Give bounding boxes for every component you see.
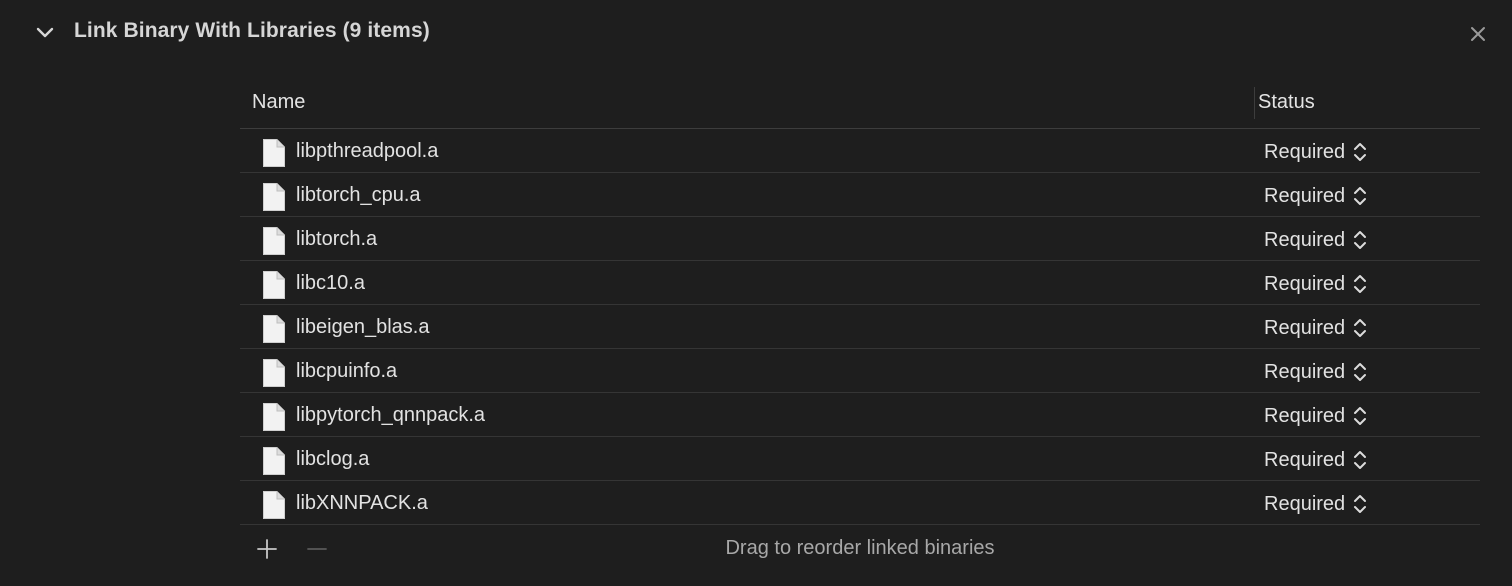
status-popup-button[interactable]: Required bbox=[1264, 404, 1367, 428]
status-value: Required bbox=[1264, 140, 1346, 163]
table-header: Name Status bbox=[240, 84, 1480, 129]
library-name: libpthreadpool.a bbox=[296, 140, 439, 162]
library-name: libeigen_blas.a bbox=[296, 316, 430, 338]
library-name: libclog.a bbox=[296, 448, 370, 470]
close-icon[interactable] bbox=[1466, 22, 1490, 46]
status-popup-button[interactable]: Required bbox=[1264, 272, 1367, 296]
status-column-header[interactable]: Status bbox=[1258, 91, 1315, 114]
table-footer: Drag to reorder linked binaries bbox=[240, 525, 1480, 573]
status-value: Required bbox=[1264, 404, 1346, 427]
status-popup-button[interactable]: Required bbox=[1264, 448, 1367, 472]
status-popup-button[interactable]: Required bbox=[1264, 360, 1367, 384]
file-icon bbox=[263, 139, 285, 167]
minus-icon[interactable] bbox=[306, 538, 328, 560]
chevron-up-down-icon bbox=[1354, 231, 1367, 249]
library-name: libXNNPACK.a bbox=[296, 492, 428, 514]
table-row[interactable]: libcpuinfo.a Required bbox=[240, 349, 1480, 393]
status-popup-button[interactable]: Required bbox=[1264, 228, 1367, 252]
library-name: libc10.a bbox=[296, 272, 365, 294]
library-name: libtorch_cpu.a bbox=[296, 184, 421, 206]
status-value: Required bbox=[1264, 228, 1346, 251]
table-row[interactable]: libtorch_cpu.a Required bbox=[240, 173, 1480, 217]
status-popup-button[interactable]: Required bbox=[1264, 316, 1367, 340]
file-icon bbox=[263, 447, 285, 475]
status-value: Required bbox=[1264, 184, 1346, 207]
section-header: Link Binary With Libraries (9 items) bbox=[0, 0, 1512, 68]
file-icon bbox=[263, 491, 285, 519]
chevron-up-down-icon bbox=[1354, 495, 1367, 513]
chevron-up-down-icon bbox=[1354, 275, 1367, 293]
file-icon bbox=[263, 183, 285, 211]
file-icon bbox=[263, 227, 285, 255]
status-popup-button[interactable]: Required bbox=[1264, 492, 1367, 516]
chevron-up-down-icon bbox=[1354, 407, 1367, 425]
table-row[interactable]: libeigen_blas.a Required bbox=[240, 305, 1480, 349]
chevron-up-down-icon bbox=[1354, 319, 1367, 337]
chevron-up-down-icon bbox=[1354, 363, 1367, 381]
section-title: Link Binary With Libraries (9 items) bbox=[74, 19, 430, 42]
library-name: libpytorch_qnnpack.a bbox=[296, 404, 486, 426]
column-separator[interactable] bbox=[1254, 87, 1255, 119]
plus-icon[interactable] bbox=[256, 538, 278, 560]
file-icon bbox=[263, 359, 285, 387]
status-value: Required bbox=[1264, 316, 1346, 339]
status-popup-button[interactable]: Required bbox=[1264, 140, 1367, 164]
status-value: Required bbox=[1264, 360, 1346, 383]
file-icon bbox=[263, 271, 285, 299]
library-name: libtorch.a bbox=[296, 228, 378, 250]
file-icon bbox=[263, 315, 285, 343]
table-row[interactable]: libpthreadpool.a Required bbox=[240, 129, 1480, 173]
libraries-table: Name Status libpthreadpool.a Required libt… bbox=[240, 84, 1480, 573]
table-row[interactable]: libclog.a Required bbox=[240, 437, 1480, 481]
table-row[interactable]: libtorch.a Required bbox=[240, 217, 1480, 261]
table-body: libpthreadpool.a Required libtorch_cpu.a Re… bbox=[240, 129, 1480, 525]
status-value: Required bbox=[1264, 272, 1346, 295]
name-column-header[interactable]: Name bbox=[252, 91, 305, 114]
library-name: libcpuinfo.a bbox=[296, 360, 398, 382]
chevron-up-down-icon bbox=[1354, 451, 1367, 469]
chevron-up-down-icon bbox=[1354, 187, 1367, 205]
status-value: Required bbox=[1264, 492, 1346, 515]
chevron-down-icon[interactable] bbox=[34, 22, 56, 44]
link-binary-panel: Link Binary With Libraries (9 items) Nam… bbox=[0, 0, 1512, 586]
table-row[interactable]: libXNNPACK.a Required bbox=[240, 481, 1480, 525]
table-row[interactable]: libc10.a Required bbox=[240, 261, 1480, 305]
status-value: Required bbox=[1264, 448, 1346, 471]
file-icon bbox=[263, 403, 285, 431]
chevron-up-down-icon bbox=[1354, 143, 1367, 161]
footer-hint: Drag to reorder linked binaries bbox=[725, 537, 995, 559]
table-row[interactable]: libpytorch_qnnpack.a Required bbox=[240, 393, 1480, 437]
status-popup-button[interactable]: Required bbox=[1264, 184, 1367, 208]
